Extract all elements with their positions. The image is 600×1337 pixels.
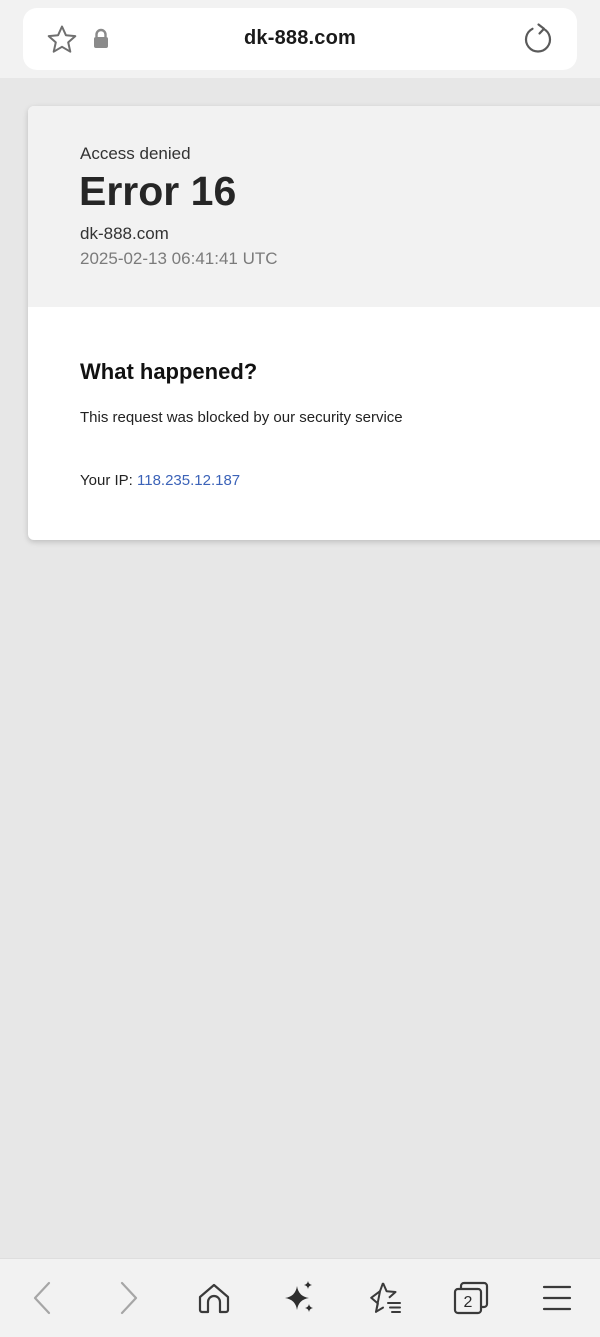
home-icon[interactable]	[192, 1277, 236, 1321]
error-status: Access denied	[80, 144, 191, 163]
error-timestamp: 2025-02-13 06:41:41 UTC	[80, 249, 278, 268]
sparkle-icon[interactable]	[277, 1277, 321, 1321]
error-card: Access denied Error 16 dk-888.com 2025-0…	[28, 106, 600, 540]
site-name: dk-888.com	[80, 224, 169, 243]
section-heading: What happened?	[80, 359, 258, 384]
ip-label: Your IP:	[80, 472, 133, 489]
browser-bottom-toolbar: 2	[0, 1258, 600, 1337]
address-bar[interactable]: dk-888.com	[23, 8, 577, 70]
url-text[interactable]: dk-888.com	[23, 27, 577, 50]
bookmarks-icon[interactable]	[363, 1277, 407, 1321]
error-title: Error 16	[79, 168, 237, 214]
tab-count: 2	[464, 1294, 473, 1311]
ip-value: 118.235.12.187	[137, 472, 241, 489]
browser-top-bar: dk-888.com	[0, 0, 600, 78]
menu-icon[interactable]	[535, 1277, 579, 1321]
forward-icon[interactable]	[107, 1277, 151, 1321]
tabs-icon[interactable]: 2	[449, 1277, 493, 1321]
back-icon[interactable]	[20, 1277, 64, 1321]
blocked-message: This request was blocked by our security…	[80, 409, 403, 426]
error-header: Access denied Error 16 dk-888.com 2025-0…	[28, 106, 600, 307]
ip-line: Your IP: 118.235.12.187	[80, 472, 240, 489]
reload-icon[interactable]	[521, 22, 555, 56]
